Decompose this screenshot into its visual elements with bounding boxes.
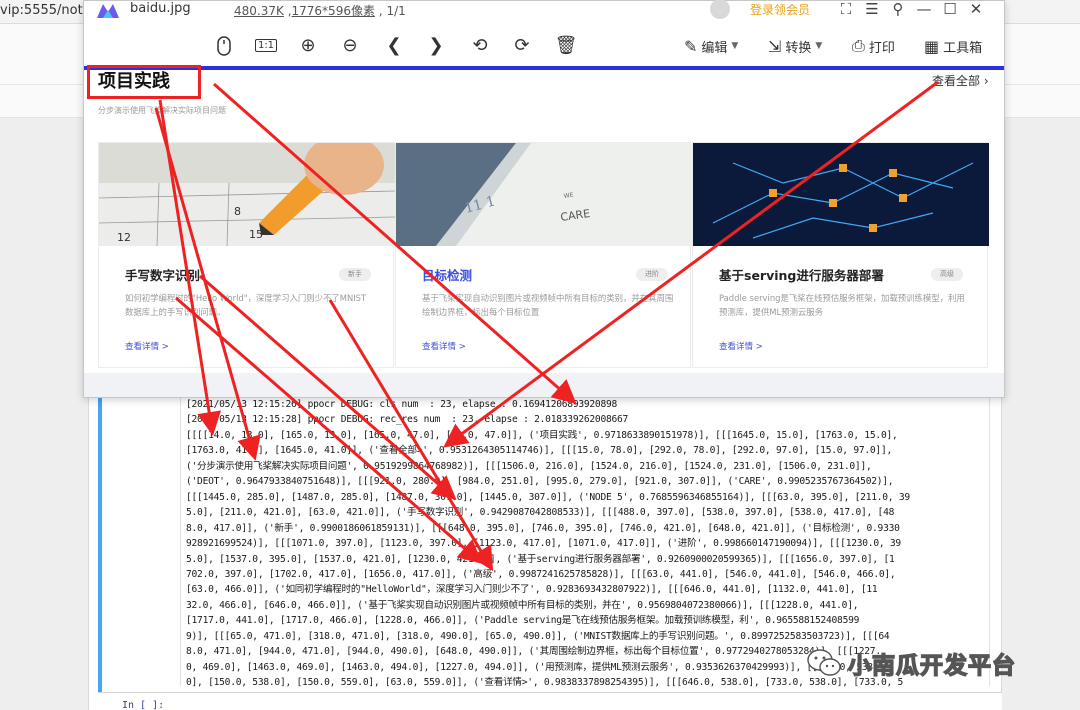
image-dimensions[interactable]: 1776*596像素 — [292, 4, 375, 18]
viewer-titlebar: baidu.jpg 480.37K ,1776*596像素 , 1/1 登录领会… — [84, 0, 1004, 25]
watermark: 小南瓜开发平台 — [806, 646, 1016, 680]
viewer-toolbar: 1:1 ⊕ ⊖ ❮ ❯ ⟲ ⟳ 🗑 ✎ 编辑 ▼ ⇲ 转换 ▼ ⎙ 打印 ▦ 工… — [84, 29, 1004, 63]
file-meta: 480.37K ,1776*596像素 , 1/1 — [234, 4, 406, 18]
close-icon[interactable]: ✕ — [966, 0, 986, 19]
edit-button[interactable]: ✎ 编辑 ▼ — [684, 33, 738, 59]
image-top-bar — [84, 66, 1004, 70]
chevron-down-icon: ▼ — [815, 41, 823, 51]
printer-icon: ⎙ — [852, 36, 865, 55]
card-details-link: 查看详情 > — [422, 342, 466, 352]
mouse-mode-icon[interactable] — [212, 33, 236, 59]
output-line: [[[1445.0, 285.0], [1487.0, 285.0], [148… — [186, 491, 910, 503]
image-viewer-window: baidu.jpg 480.37K ,1776*596像素 , 1/1 登录领会… — [83, 0, 1005, 398]
output-line: [2021/05/13 12:15:26] ppocr DEBUG: cls n… — [186, 399, 618, 410]
output-line: [63.0, 466.0]], ('如同初学编程时的"HelloWorld"，深… — [186, 584, 878, 596]
image-subtitle: 分步演示使用飞桨解决实际项目问题 — [98, 106, 226, 115]
rotate-right-icon[interactable]: ⟳ — [510, 33, 534, 59]
project-card-handwriting: 8 15 12 手写数字识别 新手 如何初学编程时的"Hello World"，… — [98, 142, 395, 368]
output-line: [[[[14.0, 13.0], [165.0, 13.0], [165.0, … — [186, 429, 898, 441]
output-line: ('分步演示使用飞桨解决实际项目问题', 0.9519299864768982)… — [186, 460, 872, 472]
project-card-detection: 11 1 WE CARE 目标检测 进阶 基于飞桨实现自动识别图片或视频帧中所有… — [395, 142, 692, 368]
grid-icon: ▦ — [924, 36, 940, 56]
card-description: 基于飞桨实现自动识别图片或视频帧中所有目标的类别，并在其周围绘制边界框，标出每个… — [422, 293, 674, 317]
convert-button[interactable]: ⇲ 转换 ▼ — [768, 33, 822, 59]
output-line: ('DEOT', 0.9647933840751648)], [[[921.0,… — [186, 476, 894, 488]
card-description: Paddle serving是飞桨在线预估服务框架，加载预训练模型，利用预测库，… — [719, 293, 965, 317]
file-size[interactable]: 480.37K — [234, 4, 284, 18]
svg-text:8: 8 — [234, 205, 241, 218]
card-description: 如何初学编程时的"Hello World"，深度学习入门则少不了MNIST 数据… — [125, 293, 367, 317]
pin-icon[interactable]: ⚲ — [888, 0, 908, 19]
print-button[interactable]: ⎙ 打印 — [852, 33, 895, 59]
output-line: 5.0], [211.0, 421.0], [63.0, 421.0]], ('… — [186, 507, 895, 519]
svg-text:12: 12 — [117, 231, 131, 244]
viewer-logo-icon — [97, 4, 119, 18]
output-line: 8.0, 417.0]], ('新手', 0.9900186061859131)… — [186, 522, 900, 534]
watermark-text: 小南瓜开发平台 — [847, 652, 1016, 679]
output-line: 702.0, 397.0], [1702.0, 417.0], [1656.0,… — [186, 568, 896, 580]
card-title: 手写数字识别 — [125, 268, 201, 283]
edit-label: 编辑 — [701, 40, 728, 56]
card-badge: 进阶 — [636, 268, 668, 281]
file-name: baidu.jpg — [130, 1, 191, 16]
card-title: 基于serving进行服务器部署 — [719, 268, 884, 283]
convert-icon: ⇲ — [768, 36, 782, 56]
output-line: [1763.0, 41.0], [1645.0, 41.0]], ('查看全部>… — [186, 445, 893, 457]
print-label: 打印 — [868, 40, 895, 56]
card-details-link: 查看详情 > — [719, 342, 763, 352]
maximize-icon[interactable]: ☐ — [940, 0, 960, 19]
card-title: 目标检测 — [422, 268, 473, 283]
convert-label: 转换 — [785, 40, 812, 56]
wechat-icon — [807, 649, 841, 676]
in-prompt: In [ ]: — [122, 700, 165, 710]
output-line: 928921699524)], [[[1071.0, 397.0], [1123… — [186, 538, 901, 550]
output-line: [1717.0, 441.0], [1717.0, 466.0], [1228.… — [186, 615, 860, 627]
output-line: [2021/05/13 12:15:28] ppocr DEBUG: rec_r… — [186, 414, 629, 426]
card-details-link: 查看详情 > — [125, 342, 169, 352]
output-line: 5.0], [1537.0, 395.0], [1537.0, 421.0], … — [186, 553, 895, 565]
card-badge: 高级 — [931, 268, 963, 281]
page-counter: 1/1 — [386, 4, 406, 18]
address-bar[interactable]: vip:5555/not — [0, 3, 83, 18]
next-cell[interactable] — [98, 692, 1002, 710]
project-card-serving: 基于serving进行服务器部署 高级 Paddle serving是飞桨在线预… — [692, 142, 989, 368]
card-photo-calendar: 8 15 12 — [99, 143, 395, 246]
card-photo-book: 11 1 WE CARE — [396, 143, 692, 246]
zoom-out-icon[interactable]: ⊖ — [338, 33, 362, 59]
fullscreen-icon[interactable]: ⛶ — [836, 0, 856, 19]
detection-box-highlight — [87, 65, 201, 99]
toolbox-label: 工具箱 — [943, 40, 983, 56]
rotate-left-icon[interactable]: ⟲ — [468, 33, 492, 59]
delete-icon[interactable]: 🗑 — [554, 33, 578, 59]
zoom-in-icon[interactable]: ⊕ — [296, 33, 320, 59]
minimize-icon[interactable]: — — [914, 0, 934, 19]
image-view-all-link: 查看全部 › — [932, 74, 989, 88]
chevron-down-icon: ▼ — [731, 41, 739, 51]
card-photo-network — [693, 143, 989, 246]
login-member-link[interactable]: 登录领会员 — [750, 1, 810, 18]
svg-text:WE: WE — [563, 192, 574, 200]
edit-icon: ✎ — [684, 36, 698, 56]
card-badge: 新手 — [339, 268, 371, 281]
menu-icon[interactable]: ☰ — [862, 0, 882, 19]
toolbox-button[interactable]: ▦ 工具箱 — [924, 33, 982, 59]
next-icon[interactable]: ❯ — [424, 33, 448, 59]
output-line: 32.0, 466.0], [646.0, 466.0]], ('基于飞桨实现自… — [186, 599, 859, 611]
previous-icon[interactable]: ❮ — [382, 33, 406, 59]
output-line: 9)], [[[65.0, 471.0], [318.0, 471.0], [3… — [186, 630, 890, 642]
viewer-bottom-strip — [84, 373, 1004, 397]
user-avatar-icon[interactable] — [710, 0, 730, 19]
cell-selection-bar[interactable] — [98, 396, 102, 692]
actual-size-icon[interactable]: 1:1 — [254, 33, 278, 59]
